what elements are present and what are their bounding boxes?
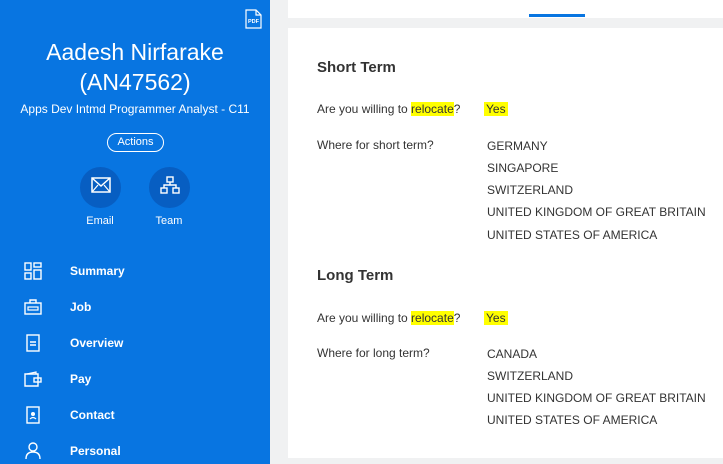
long-term-location: SWITZERLAND bbox=[487, 369, 574, 383]
short-term-location: UNITED KINGDOM OF GREAT BRITAIN bbox=[487, 205, 706, 219]
long-term-where-label: Where for long term? bbox=[317, 346, 430, 360]
willing-prefix: Are you willing to bbox=[317, 311, 412, 325]
svg-text:PDF: PDF bbox=[248, 19, 260, 25]
nav-item-personal[interactable]: Personal bbox=[0, 436, 270, 464]
email-button[interactable] bbox=[80, 167, 121, 208]
long-term-title: Long Term bbox=[317, 267, 394, 284]
nav-label-contact: Contact bbox=[70, 408, 115, 422]
nav-label-pay: Pay bbox=[70, 372, 92, 386]
willing-suffix: ? bbox=[453, 102, 461, 116]
email-label: Email bbox=[86, 215, 114, 227]
willing-prefix: Are you willing to bbox=[317, 102, 412, 116]
long-term-willing-label: Are you willing to relocate? bbox=[317, 311, 460, 325]
briefcase-icon bbox=[24, 298, 42, 316]
long-term-location: UNITED STATES OF AMERICA bbox=[487, 413, 658, 427]
actions-button[interactable]: Actions bbox=[107, 133, 164, 152]
short-term-location: UNITED STATES OF AMERICA bbox=[487, 228, 658, 242]
job-title: Apps Dev Intmd Programmer Analyst - C11 bbox=[20, 102, 250, 116]
profile-id: (AN47562) bbox=[79, 69, 191, 95]
nav-item-summary[interactable]: Summary bbox=[0, 256, 270, 286]
willing-highlight: relocate bbox=[411, 311, 454, 325]
tab-bar bbox=[288, 0, 723, 18]
long-term-location: UNITED KINGDOM OF GREAT BRITAIN bbox=[487, 391, 706, 405]
person-icon bbox=[24, 442, 42, 460]
nav-label-job: Job bbox=[70, 300, 92, 314]
contact-card-icon bbox=[24, 406, 42, 424]
short-term-location: GERMANY bbox=[487, 139, 548, 153]
profile-name: Aadesh Nirfarake bbox=[46, 39, 224, 65]
nav-item-pay[interactable]: Pay bbox=[0, 364, 270, 394]
envelope-icon bbox=[90, 177, 111, 198]
summary-icon bbox=[24, 262, 42, 280]
wallet-icon bbox=[24, 370, 42, 388]
nav-label-overview: Overview bbox=[70, 336, 124, 350]
short-term-location: SINGAPORE bbox=[487, 161, 559, 175]
nav-item-contact[interactable]: Contact bbox=[0, 400, 270, 430]
short-term-title: Short Term bbox=[317, 59, 396, 76]
short-term-where-label: Where for short term? bbox=[317, 138, 434, 152]
document-icon bbox=[24, 334, 42, 352]
team-button[interactable] bbox=[149, 167, 190, 208]
nav-item-job[interactable]: Job bbox=[0, 292, 270, 322]
willing-suffix: ? bbox=[453, 311, 461, 325]
nav-item-overview[interactable]: Overview bbox=[0, 328, 270, 358]
short-term-willing-label: Are you willing to relocate? bbox=[317, 102, 460, 116]
long-term-location: CANADA bbox=[487, 347, 538, 361]
long-term-willing-answer: Yes bbox=[484, 311, 508, 325]
willing-highlight: relocate bbox=[411, 102, 454, 116]
short-term-location: SWITZERLAND bbox=[487, 183, 574, 197]
active-tab-indicator bbox=[529, 14, 585, 17]
short-term-willing-answer: Yes bbox=[484, 102, 508, 116]
nav-label-summary: Summary bbox=[70, 264, 125, 278]
nav-label-personal: Personal bbox=[70, 444, 121, 458]
team-label: Team bbox=[155, 215, 183, 227]
pdf-icon[interactable]: PDF bbox=[245, 9, 262, 29]
profile-sidebar: PDF Aadesh Nirfarake (AN47562) Apps Dev … bbox=[0, 0, 270, 464]
org-chart-icon bbox=[159, 176, 180, 199]
